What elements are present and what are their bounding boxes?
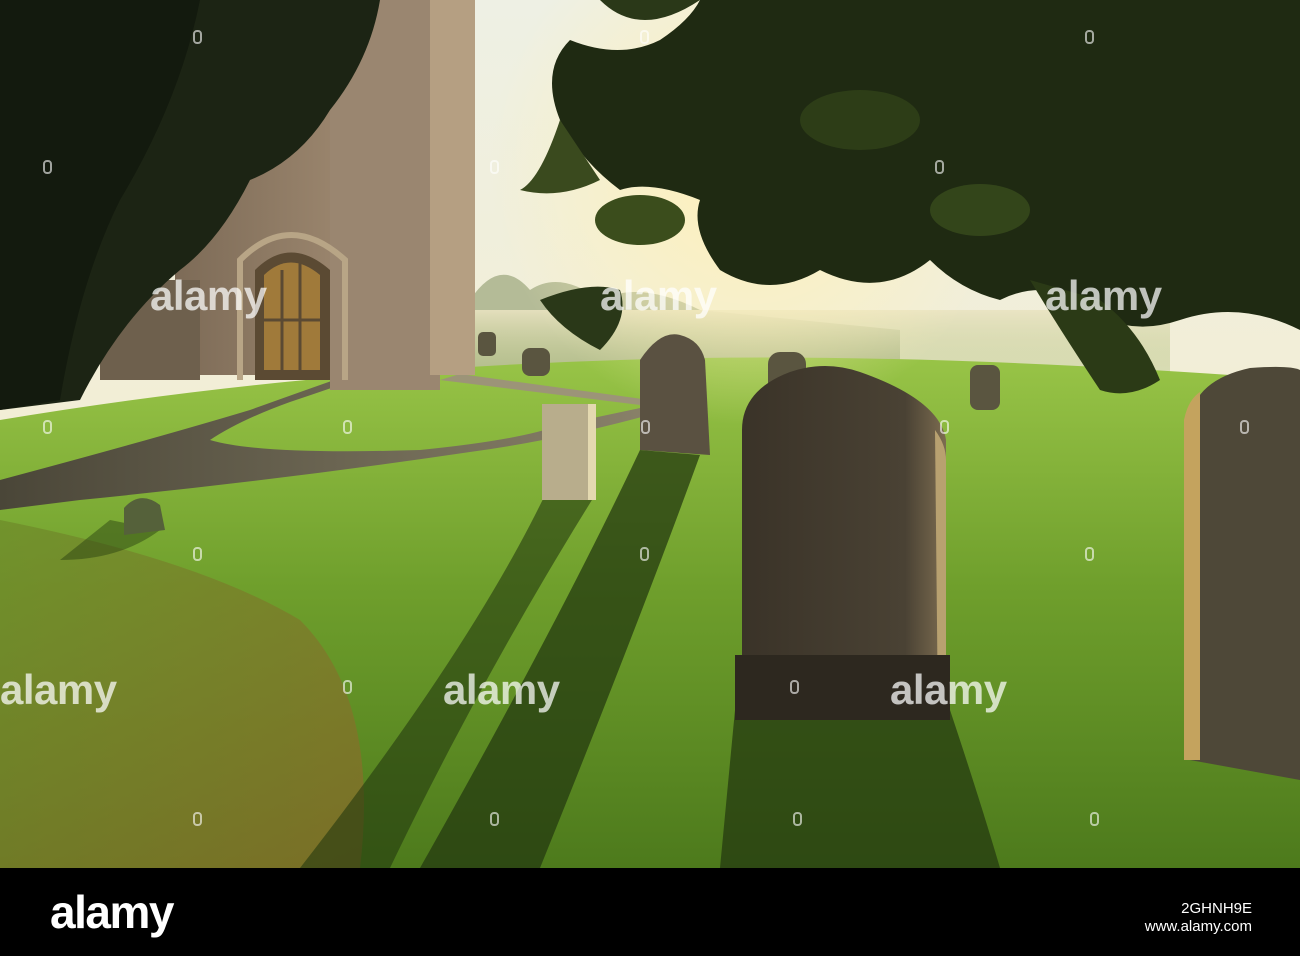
headstone-small-square xyxy=(542,404,596,500)
watermark-mark xyxy=(1240,420,1249,434)
stock-photo-frame: alamy alamy alamy alamy alamy alamy alam… xyxy=(0,0,1300,956)
watermark-mark xyxy=(1085,547,1094,561)
watermark-mark xyxy=(43,160,52,174)
churchyard-scene xyxy=(0,0,1300,868)
watermark-mark xyxy=(490,160,499,174)
headstone-far-tall xyxy=(640,334,710,455)
watermark-mark xyxy=(193,812,202,826)
watermark-mark xyxy=(1085,30,1094,44)
watermark-mark xyxy=(640,547,649,561)
watermark-mark xyxy=(490,812,499,826)
image-url[interactable]: www.alamy.com xyxy=(1145,918,1252,936)
headstone-main xyxy=(735,366,950,720)
watermark-mark xyxy=(193,30,202,44)
watermark-mark xyxy=(793,812,802,826)
watermark-mark xyxy=(641,420,650,434)
watermark-mark xyxy=(940,420,949,434)
watermark-mark xyxy=(1090,812,1099,826)
watermark-mark xyxy=(343,420,352,434)
watermark-mark xyxy=(640,30,649,44)
watermark-mark xyxy=(935,160,944,174)
churchyard-photo: alamy alamy alamy alamy alamy alamy xyxy=(0,0,1300,868)
stock-footer-bar xyxy=(0,868,1300,956)
alamy-logo-text: alamy xyxy=(50,886,174,938)
image-id: 2GHNH9E xyxy=(1181,900,1252,917)
watermark-mark xyxy=(43,420,52,434)
image-info: 2GHNH9E www.alamy.com xyxy=(1145,900,1252,936)
alamy-logo[interactable]: alamy xyxy=(50,884,174,940)
watermark-mark xyxy=(790,680,799,694)
watermark-mark xyxy=(343,680,352,694)
watermark-mark xyxy=(193,547,202,561)
